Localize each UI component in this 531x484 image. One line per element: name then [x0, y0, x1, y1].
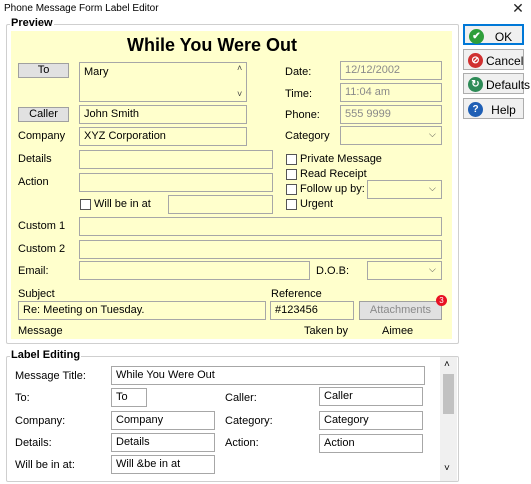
help-icon: ?: [468, 102, 483, 117]
will-be-in-label: Will be in at: [94, 198, 151, 210]
category-input[interactable]: Category: [319, 411, 423, 430]
taken-by-label: Taken by: [304, 325, 349, 337]
ok-button[interactable]: ✔ OK: [463, 24, 524, 45]
category-label: Category: [285, 130, 330, 142]
to-value: Mary: [84, 66, 109, 78]
category-label-edit: Category:: [225, 415, 273, 427]
urgent-label: Urgent: [300, 198, 334, 210]
cancel-button[interactable]: ⊘ Cancel: [463, 49, 524, 70]
to-label: To:: [15, 392, 30, 404]
category-combo[interactable]: ⌵: [340, 126, 442, 145]
action-label-edit: Action:: [225, 437, 259, 449]
label-editing-group-label: Label Editing: [10, 349, 82, 361]
reference-field[interactable]: #123456: [270, 301, 354, 320]
scroll-down-icon[interactable]: ˅: [444, 463, 450, 474]
custom2-field[interactable]: [79, 240, 442, 259]
time-field[interactable]: 11:04 am: [340, 83, 442, 102]
help-button[interactable]: ? Help: [463, 98, 524, 119]
read-receipt-label: Read Receipt: [300, 168, 367, 180]
custom1-field[interactable]: [79, 217, 442, 236]
action-label: Action: [18, 176, 49, 188]
scrollbar[interactable]: ˄ ˅: [440, 357, 457, 481]
chevron-down-icon: ⌵: [429, 183, 436, 193]
defaults-button[interactable]: ↻ Defaults: [463, 73, 531, 94]
email-label: Email:: [18, 265, 49, 277]
scroll-down-icon[interactable]: ˅: [237, 89, 242, 99]
dob-combo[interactable]: ⌵: [367, 261, 442, 280]
details-input[interactable]: Details: [111, 433, 215, 452]
attachments-button[interactable]: Attachments: [359, 301, 442, 320]
custom1-label: Custom 1: [18, 220, 66, 232]
custom2-label: Custom 2: [18, 243, 66, 255]
check-icon: ✔: [469, 29, 484, 44]
attachments-badge: 3: [436, 295, 447, 306]
ok-button-label: OK: [494, 30, 513, 44]
company-label-edit: Company:: [15, 415, 66, 427]
message-label: Message: [18, 325, 63, 337]
taken-by-value: Aimee: [382, 325, 414, 337]
action-field[interactable]: [79, 173, 273, 192]
label-editing-group: Message Title: While You Were Out To: To…: [6, 356, 459, 482]
read-receipt-checkbox[interactable]: [286, 169, 297, 180]
window-title: Phone Message Form Label Editor: [4, 3, 159, 14]
chevron-down-icon: ⌵: [429, 129, 436, 139]
cancel-icon: ⊘: [468, 53, 483, 68]
scrollbar-thumb[interactable]: [443, 374, 454, 414]
phone-field[interactable]: 555 9999: [340, 105, 442, 124]
cancel-button-label: Cancel: [486, 54, 524, 68]
date-label: Date:: [285, 66, 312, 78]
follow-up-label: Follow up by:: [300, 183, 365, 195]
message-title-input[interactable]: While You Were Out: [111, 366, 425, 385]
to-button[interactable]: To: [18, 63, 69, 78]
urgent-checkbox[interactable]: [286, 199, 297, 210]
chevron-down-icon: ⌵: [429, 264, 436, 274]
details-label-edit: Details:: [15, 437, 52, 449]
scroll-up-icon[interactable]: ˄: [444, 359, 450, 370]
to-input[interactable]: To: [111, 388, 147, 407]
follow-up-checkbox[interactable]: [286, 184, 297, 195]
scroll-up-icon[interactable]: ˄: [237, 63, 242, 73]
will-be-in-checkbox[interactable]: [80, 199, 91, 210]
dob-label: D.O.B:: [316, 265, 350, 277]
preview-group-label: Preview: [10, 17, 54, 29]
private-message-label: Private Message: [300, 153, 382, 165]
caller-input[interactable]: Caller: [319, 387, 423, 406]
close-icon[interactable]: ✕: [509, 0, 527, 17]
will-be-in-label-edit: Will be in at:: [15, 459, 75, 471]
to-field[interactable]: Mary ˄ ˅: [79, 62, 247, 102]
defaults-button-label: Defaults: [486, 78, 531, 92]
preview-heading: While You Were Out: [126, 35, 297, 55]
help-button-label: Help: [491, 103, 516, 117]
company-input[interactable]: Company: [111, 411, 215, 430]
will-be-in-input[interactable]: Will &be in at: [111, 455, 215, 474]
subject-field[interactable]: Re: Meeting on Tuesday.: [18, 301, 266, 320]
email-field[interactable]: [79, 261, 310, 280]
reference-label: Reference: [271, 288, 322, 300]
action-input[interactable]: Action: [319, 434, 423, 453]
time-label: Time:: [285, 88, 313, 100]
private-message-checkbox[interactable]: [286, 154, 297, 165]
company-field[interactable]: XYZ Corporation: [79, 127, 247, 146]
message-title-label: Message Title:: [15, 370, 86, 382]
company-label: Company: [18, 130, 66, 142]
date-field[interactable]: 12/12/2002: [340, 61, 442, 80]
caller-label: Caller:: [225, 392, 257, 404]
subject-label: Subject: [18, 288, 55, 300]
phone-label: Phone:: [285, 109, 320, 121]
details-label: Details: [18, 153, 52, 165]
follow-up-combo[interactable]: ⌵: [367, 180, 442, 199]
will-be-in-field[interactable]: [168, 195, 273, 214]
refresh-icon: ↻: [468, 77, 483, 92]
caller-button[interactable]: Caller: [18, 107, 69, 122]
title-bar: Phone Message Form Label Editor ✕: [0, 0, 531, 18]
details-field[interactable]: [79, 150, 273, 169]
caller-field[interactable]: John Smith: [79, 105, 247, 124]
